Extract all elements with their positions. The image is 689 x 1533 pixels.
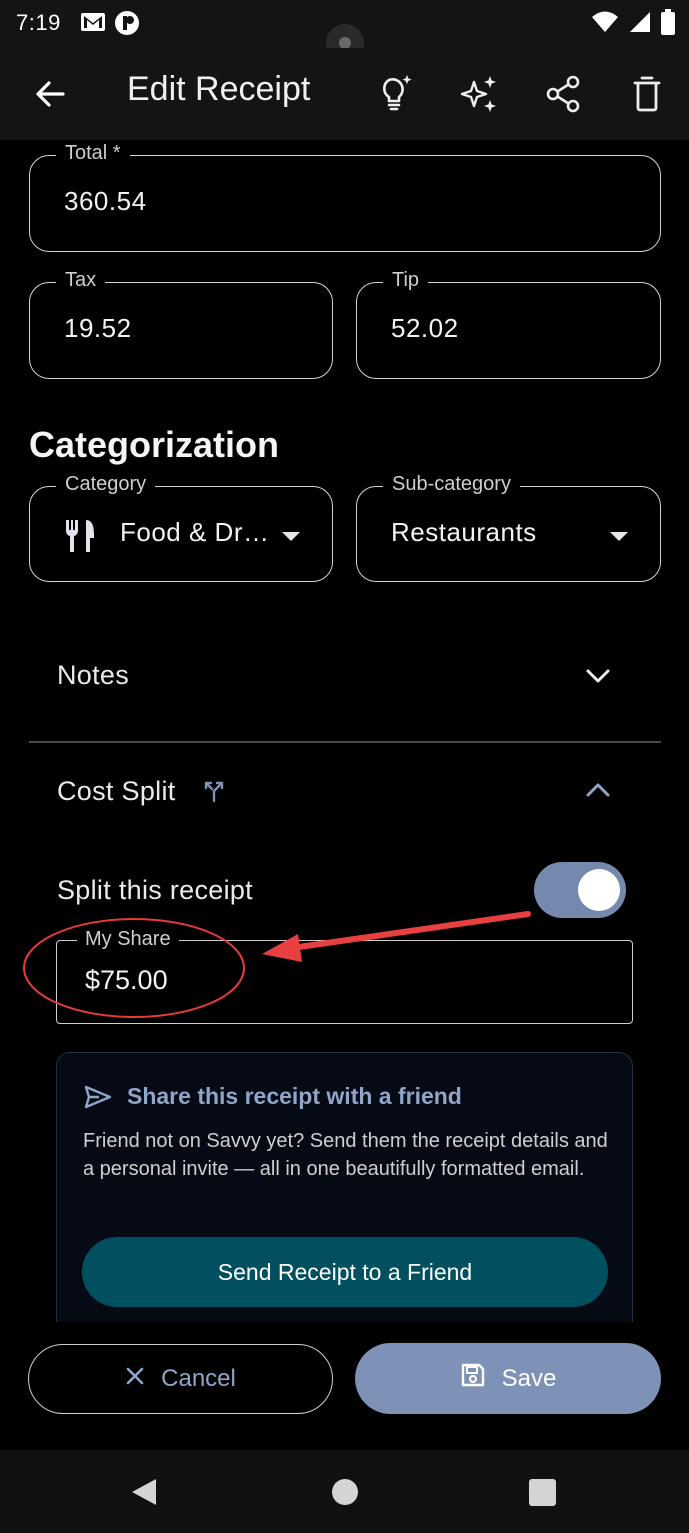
page-title: Edit Receipt: [127, 70, 311, 108]
cancel-label: Cancel: [161, 1365, 236, 1392]
tip-field[interactable]: Tip 52.02: [356, 269, 661, 379]
subcategory-label: Sub-category: [383, 473, 520, 496]
my-share-input[interactable]: My Share $75.00: [56, 928, 633, 1024]
cell-signal-icon: [629, 10, 651, 39]
call-split-icon: [203, 780, 225, 809]
category-label: Category: [56, 473, 156, 496]
tip-value: 52.02: [391, 313, 459, 343]
share-icon: [546, 75, 580, 113]
gmail-icon: [80, 10, 106, 41]
total-value: 360.54: [64, 186, 147, 216]
status-notifications: [80, 10, 140, 41]
arrow-back-icon: [36, 81, 65, 107]
chevron-down-icon: [610, 532, 628, 541]
tax-field[interactable]: Tax 19.52: [29, 269, 333, 379]
tax-value: 19.52: [64, 313, 132, 343]
lightbulb-sparkle-icon: [382, 75, 412, 111]
tax-label: Tax: [56, 269, 106, 292]
save-icon: [460, 1362, 486, 1395]
save-button[interactable]: Save: [355, 1343, 661, 1414]
battery-icon: [661, 9, 675, 40]
app-notification-icon: [114, 10, 140, 41]
close-icon: [125, 1365, 145, 1393]
nav-recents-icon[interactable]: [529, 1479, 556, 1511]
send-icon: [84, 1085, 112, 1114]
system-navigation-bar: [0, 1450, 689, 1533]
app-bar: Edit Receipt: [0, 48, 689, 140]
delete-icon: [633, 76, 661, 112]
fork-knife-icon: [64, 518, 98, 559]
cost-split-label: Cost Split: [57, 776, 176, 806]
my-share-value: $75.00: [85, 965, 168, 995]
expand-less-icon: [584, 780, 612, 805]
send-receipt-button[interactable]: Send Receipt to a Friend: [82, 1237, 608, 1307]
cancel-button[interactable]: Cancel: [28, 1344, 333, 1414]
subcategory-dropdown[interactable]: Sub-category Restaurants: [356, 473, 661, 582]
category-dropdown[interactable]: Category Food & Dr…: [29, 473, 333, 582]
divider: [29, 741, 661, 743]
categorization-heading: Categorization: [29, 424, 280, 465]
subcategory-value: Restaurants: [391, 517, 537, 547]
back-button[interactable]: [30, 74, 70, 114]
nav-back-icon[interactable]: [130, 1477, 158, 1512]
share-card-description: Friend not on Savvy yet? Send them the r…: [83, 1130, 608, 1180]
notes-expander[interactable]: Notes: [29, 640, 661, 710]
split-receipt-label: Split this receipt: [57, 875, 253, 905]
cost-split-expander[interactable]: Cost Split: [29, 756, 661, 826]
total-label: Total *: [56, 142, 130, 165]
total-field[interactable]: Total * 360.54: [29, 142, 661, 252]
tip-label: Tip: [383, 269, 429, 292]
nav-home-icon[interactable]: [331, 1478, 359, 1511]
notes-label: Notes: [57, 660, 130, 690]
chevron-down-icon: [282, 532, 300, 541]
share-button[interactable]: [541, 72, 585, 116]
share-card-title: Share this receipt with a friend: [127, 1083, 462, 1109]
save-label: Save: [501, 1364, 557, 1392]
delete-button[interactable]: [625, 72, 669, 116]
split-receipt-toggle[interactable]: [534, 862, 626, 918]
toggle-knob: [578, 869, 620, 911]
share-receipt-card: Share this receipt with a friend Friend …: [56, 1052, 633, 1342]
wifi-icon: [591, 10, 619, 39]
status-system-icons: [591, 9, 675, 40]
my-share-label: My Share: [77, 928, 179, 951]
status-time: 7:19: [16, 10, 61, 35]
sparkles-icon: [460, 76, 496, 112]
category-value: Food & Dr…: [120, 517, 270, 547]
ai-scan-button[interactable]: [457, 72, 501, 116]
insights-button[interactable]: [371, 72, 415, 116]
expand-more-icon: [584, 666, 612, 691]
